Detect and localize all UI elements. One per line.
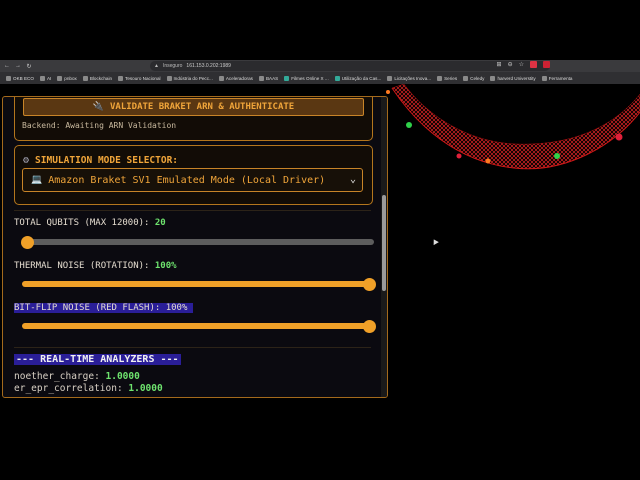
reload-icon[interactable]: ↻ bbox=[25, 62, 33, 70]
folder-icon bbox=[6, 75, 11, 81]
browser-toolbar: ← → ↻ ▲ Inseguro 161.153.0.202:1989 ⊞ ⊖ … bbox=[0, 60, 640, 72]
backend-status: Backend: Awaiting ARN Validation bbox=[22, 121, 177, 130]
bookmark-item[interactable]: Aceleradoras bbox=[218, 75, 253, 81]
validate-arn-label: VALIDATE BRAKET ARN & AUTHENTICATE bbox=[109, 102, 295, 112]
bookmark-item[interactable]: Filmes Online X ... bbox=[284, 75, 329, 81]
bookmark-item[interactable]: Blockchain bbox=[82, 75, 112, 81]
qubits-slider-track[interactable] bbox=[22, 239, 374, 245]
translate-icon[interactable]: ⊞ bbox=[497, 61, 502, 68]
bookmark-item[interactable]: Licitações Inova... bbox=[387, 75, 431, 81]
folder-icon bbox=[463, 75, 469, 81]
arn-card: 🔌 VALIDATE BRAKET ARN & AUTHENTICATE Bac… bbox=[14, 97, 373, 141]
thermal-noise-label: THERMAL NOISE (ROTATION): 100% bbox=[14, 261, 177, 271]
folder-icon bbox=[118, 75, 124, 81]
selected-mode-text: Amazon Braket SV1 Emulated Mode (Local D… bbox=[48, 174, 326, 186]
bitflip-noise-slider-track[interactable] bbox=[22, 323, 374, 329]
simulation-mode-select[interactable]: 💻 Amazon Braket SV1 Emulated Mode (Local… bbox=[22, 168, 363, 192]
plug-icon: 🔌 bbox=[92, 102, 104, 112]
folder-icon bbox=[57, 75, 63, 81]
star-icon[interactable]: ☆ bbox=[519, 61, 524, 68]
qubit-node bbox=[406, 122, 412, 128]
bitflip-noise-slider-thumb[interactable] bbox=[363, 319, 376, 333]
analyzers-title: --- REAL-TIME ANALYZERS --- bbox=[14, 354, 181, 365]
laptop-icon: 💻 bbox=[31, 175, 43, 185]
thermal-noise-slider-track[interactable] bbox=[22, 281, 374, 287]
address-bar[interactable]: ▲ Inseguro 161.153.0.202:1989 bbox=[150, 61, 550, 71]
extension-icon[interactable] bbox=[530, 61, 537, 68]
folder-icon bbox=[39, 75, 45, 81]
divider bbox=[14, 210, 371, 211]
forward-icon[interactable]: → bbox=[14, 62, 22, 70]
mode-selector-title: ⚙ SIMULATION MODE SELECTOR: bbox=[23, 155, 179, 166]
folder-icon bbox=[218, 75, 224, 81]
metric-noether-charge: noether_charge: 1.0000 bbox=[14, 371, 140, 382]
back-icon[interactable]: ← bbox=[3, 62, 11, 70]
bookmark-item[interactable]: OKB ECO bbox=[6, 75, 34, 81]
qubit-node bbox=[615, 133, 623, 141]
bookmark-item[interactable]: BAAS bbox=[258, 75, 278, 81]
bookmark-item[interactable]: Utilização da Cas... bbox=[334, 75, 381, 81]
bookmark-item[interactable]: Ferramenta bbox=[541, 75, 572, 81]
folder-icon bbox=[437, 75, 443, 81]
folder-icon bbox=[541, 75, 547, 81]
validate-arn-button[interactable]: 🔌 VALIDATE BRAKET ARN & AUTHENTICATE bbox=[23, 98, 364, 116]
folder-icon bbox=[387, 75, 393, 81]
warning-icon: ▲ bbox=[154, 63, 159, 69]
thermal-noise-slider-thumb[interactable] bbox=[363, 277, 376, 291]
control-panel: 🔌 VALIDATE BRAKET ARN & AUTHENTICATE Bac… bbox=[2, 96, 388, 398]
folder-icon bbox=[490, 75, 496, 81]
page-content: 🔌 VALIDATE BRAKET ARN & AUTHENTICATE Bac… bbox=[0, 84, 640, 480]
chevron-down-icon: ⌄ bbox=[349, 174, 356, 185]
bookmark-item[interactable]: Tesouro Nacional bbox=[118, 75, 161, 81]
bookmark-item[interactable]: Indústria do Pecc... bbox=[166, 75, 213, 81]
gear-icon: ⚙ bbox=[23, 155, 30, 166]
extension-icon[interactable] bbox=[543, 61, 550, 68]
bookmark-item[interactable]: AI bbox=[39, 75, 51, 81]
qubits-value: 20 bbox=[154, 218, 166, 228]
metric-er-epr-correlation: er_epr_correlation: 1.0000 bbox=[14, 383, 163, 394]
mode-selector-card: ⚙ SIMULATION MODE SELECTOR: 💻 Amazon Bra… bbox=[14, 145, 373, 205]
qubits-slider-thumb[interactable] bbox=[20, 235, 34, 249]
bitflip-noise-value: 100% bbox=[165, 303, 188, 313]
url-security-label: Inseguro bbox=[162, 63, 183, 69]
screen-top-bezel bbox=[0, 0, 640, 60]
zoom-icon[interactable]: ⊖ bbox=[508, 61, 513, 68]
folder-icon bbox=[258, 75, 264, 81]
site-icon bbox=[334, 75, 340, 81]
bookmark-item[interactable]: harverd Universtity bbox=[490, 75, 536, 81]
toolbar-right-icons: ⊞ ⊖ ☆ bbox=[497, 61, 550, 68]
bitflip-noise-label: BIT-FLIP NOISE (RED FLASH): 100% bbox=[14, 303, 193, 313]
bookmark-item[interactable]: pnbox bbox=[57, 75, 77, 81]
bookmarks-bar: OKB ECO AI pnbox Blockchain Tesouro Naci… bbox=[0, 72, 640, 84]
site-icon bbox=[166, 75, 172, 81]
qubit-node bbox=[456, 153, 462, 159]
thermal-noise-value: 100% bbox=[154, 261, 177, 271]
torus-visualization bbox=[386, 84, 640, 170]
x-site-icon bbox=[284, 75, 290, 81]
qubits-label: TOTAL QUBITS (MAX 12000): 20 bbox=[14, 218, 166, 228]
qubit-node bbox=[485, 158, 491, 164]
qubit-node bbox=[386, 90, 390, 94]
url-text: 161.153.0.202:1989 bbox=[186, 63, 231, 69]
folder-icon bbox=[82, 75, 88, 81]
bookmark-item[interactable]: Celedy bbox=[463, 75, 484, 81]
torus-band bbox=[391, 84, 640, 170]
qubit-node bbox=[554, 153, 560, 159]
divider bbox=[14, 347, 371, 348]
bookmark-item[interactable]: Series bbox=[437, 75, 457, 81]
